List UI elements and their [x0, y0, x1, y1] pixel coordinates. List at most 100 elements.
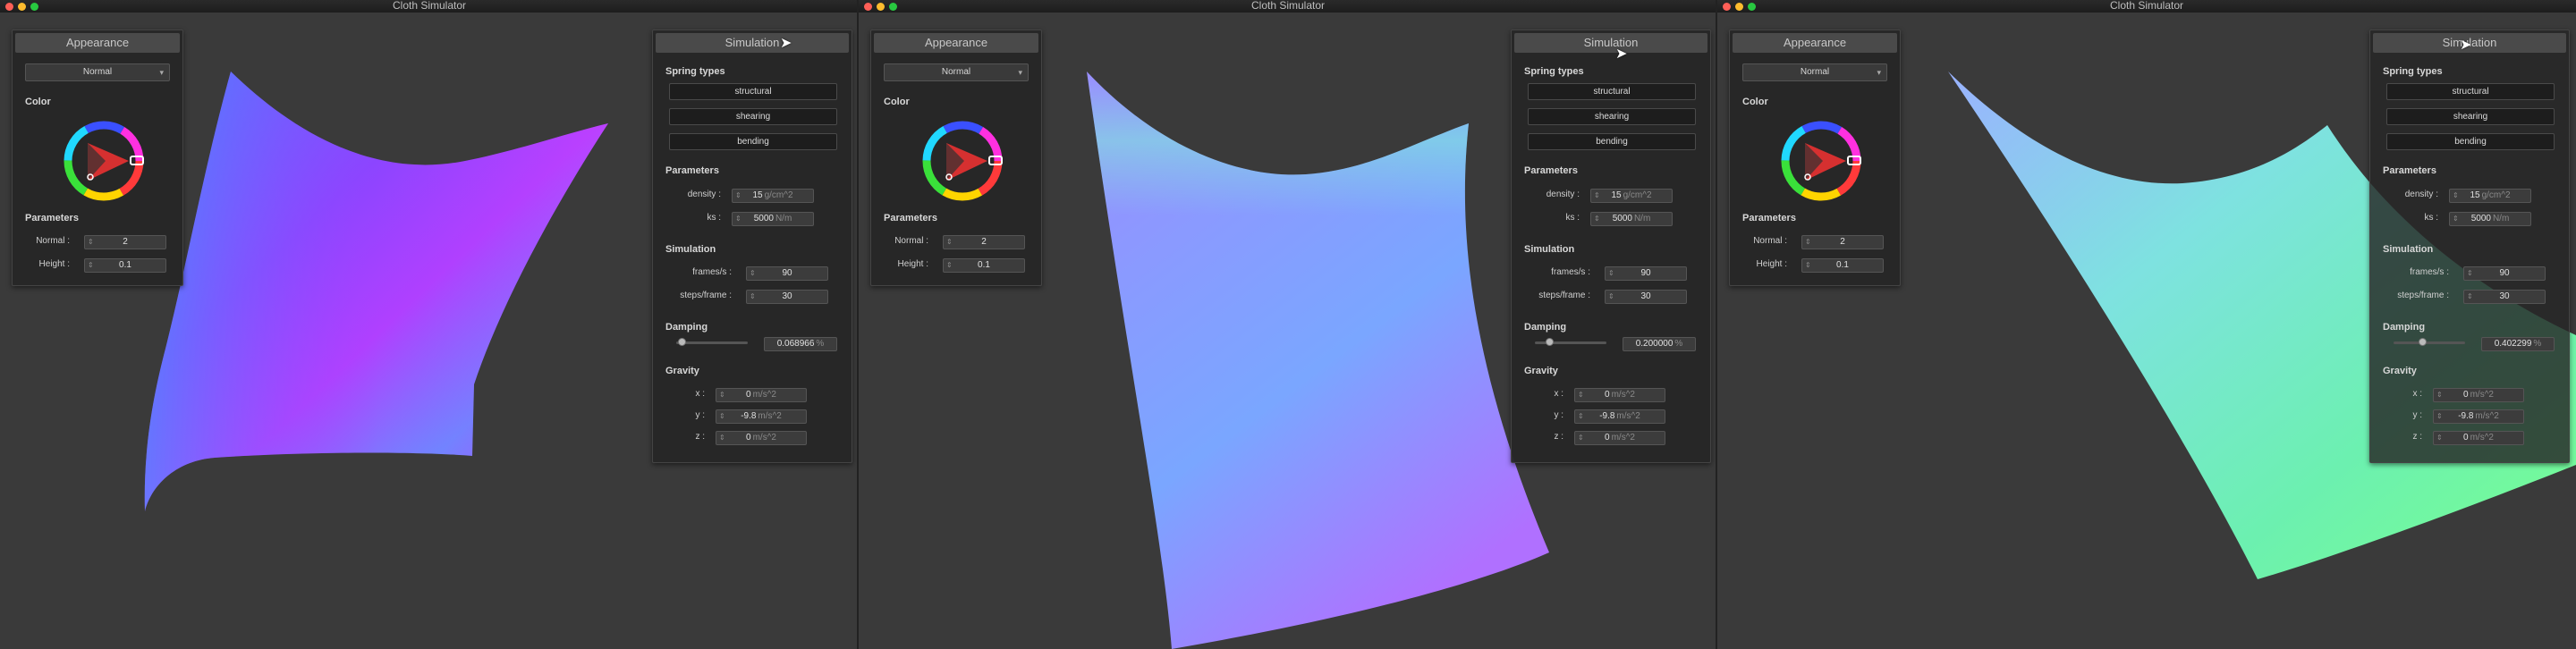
shearing-toggle[interactable]: shearing	[1528, 108, 1696, 125]
appearance-header[interactable]: Appearance	[1733, 33, 1897, 53]
density-input[interactable]: ⇕ 15 g/cm^2	[1590, 189, 1673, 203]
bending-toggle[interactable]: bending	[669, 133, 837, 150]
ks-input[interactable]: ⇕ 5000 N/m	[1590, 212, 1673, 226]
title-bar[interactable]: Cloth Simulator	[859, 0, 1717, 13]
shading-mode-select[interactable]: Normal ▾	[884, 63, 1029, 81]
gravity-x-input[interactable]: ⇕ 0 m/s^2	[1574, 388, 1665, 402]
steps-input[interactable]: ⇕ 30	[1605, 290, 1687, 304]
gravity-x-input[interactable]: ⇕ 0 m/s^2	[716, 388, 807, 402]
gravity-z-input[interactable]: ⇕ 0 m/s^2	[2433, 431, 2524, 445]
color-wheel[interactable]	[61, 118, 147, 204]
steps-input[interactable]: ⇕ 30	[2463, 290, 2546, 304]
fps-input[interactable]: ⇕ 90	[1605, 266, 1687, 281]
color-wheel[interactable]	[919, 118, 1005, 204]
fps-label: frames/s :	[1551, 267, 1590, 277]
title-bar[interactable]: Cloth Simulator	[1717, 0, 2576, 13]
structural-toggle[interactable]: structural	[1528, 83, 1696, 100]
damping-slider-knob[interactable]	[677, 338, 686, 346]
gravity-x-input[interactable]: ⇕ 0 m/s^2	[2433, 388, 2524, 402]
fps-input[interactable]: ⇕ 90	[746, 266, 828, 281]
fps-label: frames/s :	[692, 267, 732, 277]
sim-parameters-label: Parameters	[1524, 165, 1578, 176]
simulation-section-label: Simulation	[665, 244, 716, 255]
spring-types-label: Spring types	[665, 66, 725, 77]
shearing-toggle[interactable]: shearing	[669, 108, 837, 125]
height-input[interactable]: ⇕ 0.1	[1801, 258, 1884, 273]
gravity-unit: m/s^2	[1616, 411, 1640, 421]
density-label: density :	[1546, 190, 1580, 199]
height-value: 0.1	[1836, 260, 1849, 270]
simulation-header[interactable]: Simulation	[656, 33, 849, 53]
ks-value: 5000	[753, 214, 774, 223]
gravity-unit: m/s^2	[752, 433, 776, 442]
gravity-y-input[interactable]: ⇕ -9.8 m/s^2	[716, 409, 807, 424]
normal-input[interactable]: ⇕ 2	[943, 235, 1025, 249]
gravity-z-label: z :	[2412, 432, 2422, 442]
title-bar[interactable]: Cloth Simulator	[0, 0, 859, 13]
height-input[interactable]: ⇕ 0.1	[943, 258, 1025, 273]
fps-value: 90	[782, 268, 792, 278]
damping-input[interactable]: 0.402299%	[2481, 337, 2555, 351]
gravity-label: Gravity	[1524, 366, 1558, 376]
structural-toggle[interactable]: structural	[669, 83, 837, 100]
bending-toggle[interactable]: bending	[1528, 133, 1696, 150]
gravity-x-value: 0	[2463, 390, 2469, 400]
cloth-shading	[1087, 72, 1549, 649]
gravity-z-input[interactable]: ⇕ 0 m/s^2	[1574, 431, 1665, 445]
structural-toggle[interactable]: structural	[2386, 83, 2555, 100]
gravity-z-label: z :	[1554, 432, 1563, 442]
steps-input[interactable]: ⇕ 30	[746, 290, 828, 304]
simulation-header[interactable]: Simulation	[1514, 33, 1707, 53]
density-input[interactable]: ⇕ 15 g/cm^2	[2449, 189, 2531, 203]
appearance-header[interactable]: Appearance	[874, 33, 1038, 53]
density-unit: g/cm^2	[764, 190, 793, 200]
gravity-y-input[interactable]: ⇕ -9.8 m/s^2	[1574, 409, 1665, 424]
damping-slider-knob[interactable]	[2419, 338, 2427, 346]
color-label: Color	[884, 97, 910, 107]
fps-input[interactable]: ⇕ 90	[2463, 266, 2546, 281]
gravity-y-input[interactable]: ⇕ -9.8 m/s^2	[2433, 409, 2524, 424]
appearance-params-label: Parameters	[1742, 213, 1796, 223]
color-wheel[interactable]	[1778, 118, 1864, 204]
damping-input[interactable]: 0.068966%	[764, 337, 837, 351]
normal-input[interactable]: ⇕ 2	[1801, 235, 1884, 249]
cloth-shading	[144, 72, 608, 511]
bending-toggle[interactable]: bending	[2386, 133, 2555, 150]
sim-parameters-label: Parameters	[665, 165, 719, 176]
normal-value: 2	[123, 237, 128, 247]
damping-unit: %	[1674, 339, 1683, 349]
damping-unit: %	[816, 339, 825, 349]
density-label: density :	[687, 190, 721, 199]
gravity-z-input[interactable]: ⇕ 0 m/s^2	[716, 431, 807, 445]
ks-input[interactable]: ⇕ 5000 N/m	[732, 212, 814, 226]
steps-label: steps/frame :	[2397, 291, 2449, 300]
gravity-unit: m/s^2	[752, 390, 776, 400]
chevron-down-icon: ▾	[159, 68, 164, 77]
ks-input[interactable]: ⇕ 5000 N/m	[2449, 212, 2531, 226]
damping-slider[interactable]	[2394, 341, 2465, 344]
chevron-down-icon: ▾	[1018, 68, 1022, 77]
height-value: 0.1	[119, 260, 131, 270]
simulation-panel: Simulation Spring types structural shear…	[1511, 30, 1711, 463]
damping-slider-knob[interactable]	[1546, 338, 1554, 346]
fps-value: 90	[2499, 268, 2510, 278]
mouse-cursor-icon: ➤	[2460, 38, 2472, 53]
damping-value: 0.402299	[2494, 339, 2532, 349]
appearance-header[interactable]: Appearance	[15, 33, 180, 53]
gravity-x-value: 0	[746, 390, 751, 400]
height-input[interactable]: ⇕ 0.1	[84, 258, 166, 273]
gravity-z-value: 0	[2463, 433, 2469, 442]
window-title: Cloth Simulator	[2109, 0, 2184, 12]
damping-slider[interactable]	[676, 341, 748, 344]
normal-input[interactable]: ⇕ 2	[84, 235, 166, 249]
density-input[interactable]: ⇕ 15 g/cm^2	[732, 189, 814, 203]
mouse-cursor-icon: ➤	[780, 36, 792, 51]
damping-label: Damping	[665, 322, 708, 333]
shading-mode-select[interactable]: Normal ▾	[25, 63, 170, 81]
shading-mode-select[interactable]: Normal ▾	[1742, 63, 1887, 81]
simulator-window-2: Cloth Simulator Appearance Normal ▾ Colo…	[859, 0, 1717, 649]
simulation-panel: Simulation Spring types structural shear…	[2369, 30, 2570, 463]
density-unit: g/cm^2	[1623, 190, 1652, 200]
damping-input[interactable]: 0.200000%	[1623, 337, 1696, 351]
shearing-toggle[interactable]: shearing	[2386, 108, 2555, 125]
